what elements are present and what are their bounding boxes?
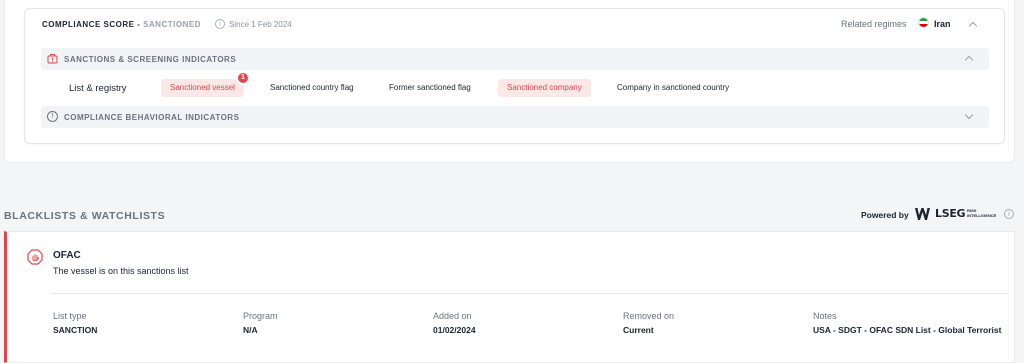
score-title-separator: - (134, 20, 144, 29)
tag-former-sanctioned-flag[interactable]: Former sanctioned flag (380, 79, 480, 97)
info-icon[interactable]: i (215, 19, 225, 29)
tag-sanctioned-company[interactable]: Sanctioned company (498, 79, 591, 97)
tag-sanctioned-country-flag[interactable]: Sanctioned country flag (261, 79, 363, 97)
tag-sanctioned-vessel[interactable]: Sanctioned vessel (161, 79, 244, 97)
sanctions-section-title: SANCTIONS & SCREENING INDICATORS (64, 55, 237, 64)
hand-stop-icon (27, 249, 43, 265)
collapse-chevron-up-icon[interactable] (968, 21, 978, 31)
list-name: OFAC (53, 250, 81, 261)
blacklists-title: BLACKLISTS & WATCHLISTS (4, 210, 166, 222)
behavioral-section-header[interactable]: ! COMPLIANCE BEHAVIORAL INDICATORS (41, 106, 989, 128)
powered-by-label: Powered by (861, 210, 909, 220)
expand-chevron-down-icon[interactable] (964, 110, 974, 120)
notification-badge: 1 (236, 71, 250, 85)
list-description: The vessel is on this sanctions list (53, 266, 189, 276)
info-icon[interactable]: i (1004, 209, 1014, 219)
compliance-score-header[interactable]: COMPLIANCE SCORE - SANCTIONED i Since 1 … (25, 9, 1004, 41)
compliance-panel: COMPLIANCE SCORE - SANCTIONED i Since 1 … (4, 0, 1015, 163)
field-value-list-type: SANCTION (53, 325, 98, 335)
regime-name: Iran (934, 19, 951, 29)
list-registry-label: List & registry (69, 83, 127, 94)
field-value-added-on: 01/02/2024 (433, 325, 476, 335)
compliance-score-title: COMPLIANCE SCORE - SANCTIONED (42, 20, 201, 29)
field-value-notes: USA - SDGT - OFAC SDN List - Global Terr… (813, 325, 1002, 335)
iran-flag-icon (918, 17, 929, 28)
building-alert-icon (47, 54, 58, 64)
compliance-score-card: COMPLIANCE SCORE - SANCTIONED i Since 1 … (24, 8, 1005, 144)
sanctions-list-card: OFAC The vessel is on this sanctions lis… (4, 231, 1015, 363)
field-value-program: N/A (243, 325, 258, 335)
alert-circle-icon: ! (47, 111, 58, 122)
field-label-notes: Notes (813, 311, 837, 321)
field-value-removed-on: Current (623, 325, 654, 335)
behavioral-section-title: COMPLIANCE BEHAVIORAL INDICATORS (64, 113, 240, 122)
field-label-added-on: Added on (433, 311, 472, 321)
tag-company-in-sanctioned-country[interactable]: Company in sanctioned country (608, 79, 738, 97)
score-title-text: COMPLIANCE SCORE (42, 20, 135, 29)
sanctions-section-header[interactable]: SANCTIONS & SCREENING INDICATORS (41, 48, 989, 70)
score-status: SANCTIONED (143, 20, 201, 29)
field-label-list-type: List type (53, 311, 87, 321)
lseg-subtitle: RISK INTELLIGENCE (967, 208, 997, 218)
since-date: Since 1 Feb 2024 (229, 20, 292, 29)
field-label-program: Program (243, 311, 278, 321)
divider (51, 293, 1008, 294)
lseg-wordmark: LSEG (935, 207, 966, 220)
related-regimes-label: Related regimes (841, 19, 907, 29)
lseg-logo: LSEG RISK INTELLIGENCE (914, 206, 1000, 222)
field-label-removed-on: Removed on (623, 311, 675, 321)
lseg-mark-icon (915, 208, 930, 220)
collapse-chevron-up-icon[interactable] (964, 55, 974, 65)
